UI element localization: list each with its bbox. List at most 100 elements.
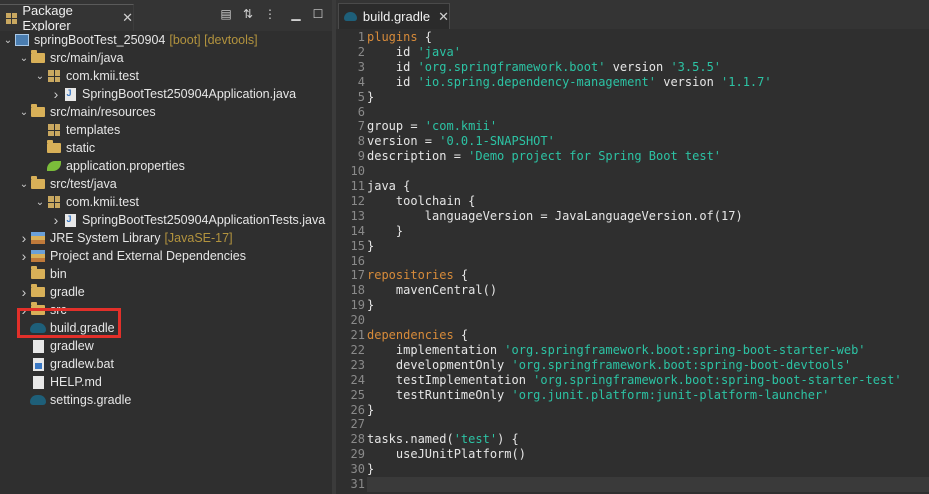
line-number: 7 [357, 119, 365, 134]
tree-item-label: Project and External Dependencies [50, 249, 246, 263]
tree-item[interactable]: › Project and External Dependencies [18, 247, 246, 265]
chevron-right-icon[interactable]: › [50, 212, 62, 228]
line-number: 16 [350, 253, 365, 268]
code-line: testRuntimeOnly 'org.junit.platform:juni… [367, 387, 830, 403]
collapse-all-icon[interactable]: ▤ [218, 6, 234, 22]
package-icon [46, 122, 62, 138]
code-token: description = [367, 149, 469, 164]
code-token: 'io.spring.dependency-management' [417, 74, 656, 89]
code-token: testImplementation [367, 372, 534, 387]
chevron-down-icon[interactable]: ⌄ [18, 179, 30, 190]
close-icon[interactable]: ✕ [438, 9, 449, 25]
code-line: } [367, 90, 374, 105]
tree-item[interactable]: bin [18, 265, 67, 283]
highlight-box [17, 308, 121, 338]
code-token: } [367, 298, 375, 313]
gradle-icon [344, 12, 357, 21]
code-line: languageVersion = JavaLanguageVersion.of… [367, 209, 743, 224]
tree-item[interactable]: gradlew.bat [18, 355, 114, 373]
code-token: id [367, 74, 418, 89]
chevron-right-icon[interactable]: › [50, 86, 62, 102]
tree-item-label: SpringBootTest250904Application.java [82, 87, 297, 101]
code-line: java { [367, 179, 410, 194]
chevron-down-icon[interactable]: ⌄ [18, 107, 30, 118]
tree-item-label: src/main/java [50, 51, 124, 65]
maximize-icon[interactable]: ☐ [310, 6, 326, 22]
code-line: } [367, 298, 374, 313]
package-explorer-tabbar: Package Explorer ✕ ▤ ⇅ ⋮ ▁ ☐ [0, 0, 332, 33]
tree-item[interactable]: › SpringBootTest250904ApplicationTests.ja… [50, 211, 326, 229]
line-number: 14 [350, 223, 365, 238]
code-token: version = [367, 134, 440, 149]
tab-build-gradle[interactable]: build.gradle ✕ [338, 3, 450, 29]
code-token: developmentOnly [367, 357, 512, 372]
tree-item[interactable]: ⌄ src/test/java [18, 175, 117, 193]
code-token: 'org.springframework.boot:spring-boot-de… [511, 357, 852, 372]
chevron-down-icon[interactable]: ⌄ [18, 53, 30, 64]
line-number: 26 [350, 402, 365, 417]
properties-icon [46, 158, 62, 174]
tree-item-label: gradlew.bat [50, 357, 114, 371]
code-token: 'Demo project for Spring Boot test' [468, 149, 722, 164]
tree-item[interactable]: ⌄ com.kmii.test [34, 193, 139, 211]
library-icon [30, 248, 46, 264]
chevron-right-icon[interactable]: › [18, 230, 30, 246]
tab-package-explorer[interactable]: Package Explorer ✕ [0, 3, 134, 33]
tree-item-label: springBootTest_250904 [34, 33, 166, 47]
code-line: mavenCentral() [367, 283, 497, 298]
tree-item[interactable]: › gradle [18, 283, 85, 301]
tree-item[interactable]: gradlew [18, 337, 94, 355]
line-number: 24 [350, 372, 365, 387]
package-explorer-view: Package Explorer ✕ ▤ ⇅ ⋮ ▁ ☐ ⌄ springBoot… [0, 0, 332, 494]
line-number: 9 [357, 149, 365, 164]
code-token: testRuntimeOnly [367, 387, 512, 402]
line-number: 11 [350, 179, 365, 193]
chevron-right-icon[interactable]: › [18, 284, 30, 300]
line-number: 20 [350, 313, 365, 328]
tree-item[interactable]: ⌄ springBootTest_250904 [boot] [devtools] [2, 31, 258, 49]
code-token: tasks.named( [367, 432, 454, 447]
line-number: 13 [350, 208, 365, 223]
code-token: version [656, 74, 722, 89]
chevron-down-icon[interactable]: ⌄ [2, 35, 14, 46]
chevron-right-icon[interactable]: › [18, 248, 30, 264]
chevron-down-icon[interactable]: ⌄ [34, 71, 46, 82]
code-line: useJUnitPlatform() [367, 447, 526, 462]
markdown-file-icon [30, 374, 46, 390]
tree-item[interactable]: templates [34, 121, 120, 139]
code-token: 'com.kmii' [424, 119, 498, 134]
folder-icon [30, 284, 46, 300]
code-token: ) { [497, 432, 519, 447]
tree-item[interactable]: HELP.md [18, 373, 102, 391]
view-menu-icon[interactable]: ⋮ [262, 6, 278, 22]
code-token: repositories [367, 268, 454, 283]
code-token: 'org.springframework.boot:spring-boot-st… [504, 342, 866, 357]
line-number: 15 [350, 238, 365, 253]
minimize-icon[interactable]: ▁ [288, 6, 304, 22]
editor-area: build.gradle ✕ 1 plugins {2 id 'java' 3 id… [336, 0, 929, 494]
tree-item[interactable]: ⌄ com.kmii.test [34, 67, 139, 85]
code-line: testImplementation 'org.springframework.… [367, 373, 902, 388]
tree-item[interactable]: › SpringBootTest250904Application.java [50, 85, 296, 103]
tree-item[interactable]: static [34, 139, 95, 157]
tree-item[interactable]: › JRE System Library [JavaSE-17] [18, 229, 233, 247]
code-token: languageVersion = JavaLanguageVersion.of… [367, 208, 743, 223]
text-file-icon [30, 338, 46, 354]
tree-item[interactable]: application.properties [34, 157, 185, 175]
code-line: group = 'com.kmii' [367, 119, 497, 134]
package-icon [46, 194, 62, 210]
code-editor[interactable]: 1 plugins {2 id 'java' 3 id 'org.springfra… [336, 29, 929, 494]
tree-item[interactable]: settings.gradle [18, 391, 131, 409]
tree-item[interactable]: ⌄ src/main/resources [18, 103, 156, 121]
line-number: 1 [357, 30, 365, 44]
line-number: 31 [350, 477, 365, 491]
project-tree: ⌄ springBootTest_250904 [boot] [devtools] ⌄… [0, 31, 332, 494]
chevron-down-icon[interactable]: ⌄ [34, 197, 46, 208]
code-line: developmentOnly 'org.springframework.boo… [367, 358, 851, 373]
link-with-editor-icon[interactable]: ⇅ [240, 6, 256, 22]
tree-item[interactable]: ⌄ src/main/java [18, 49, 124, 67]
line-number: 6 [357, 104, 365, 119]
code-token: plugins [367, 30, 418, 44]
close-icon[interactable]: ✕ [122, 10, 133, 26]
java-file-icon [62, 86, 78, 102]
